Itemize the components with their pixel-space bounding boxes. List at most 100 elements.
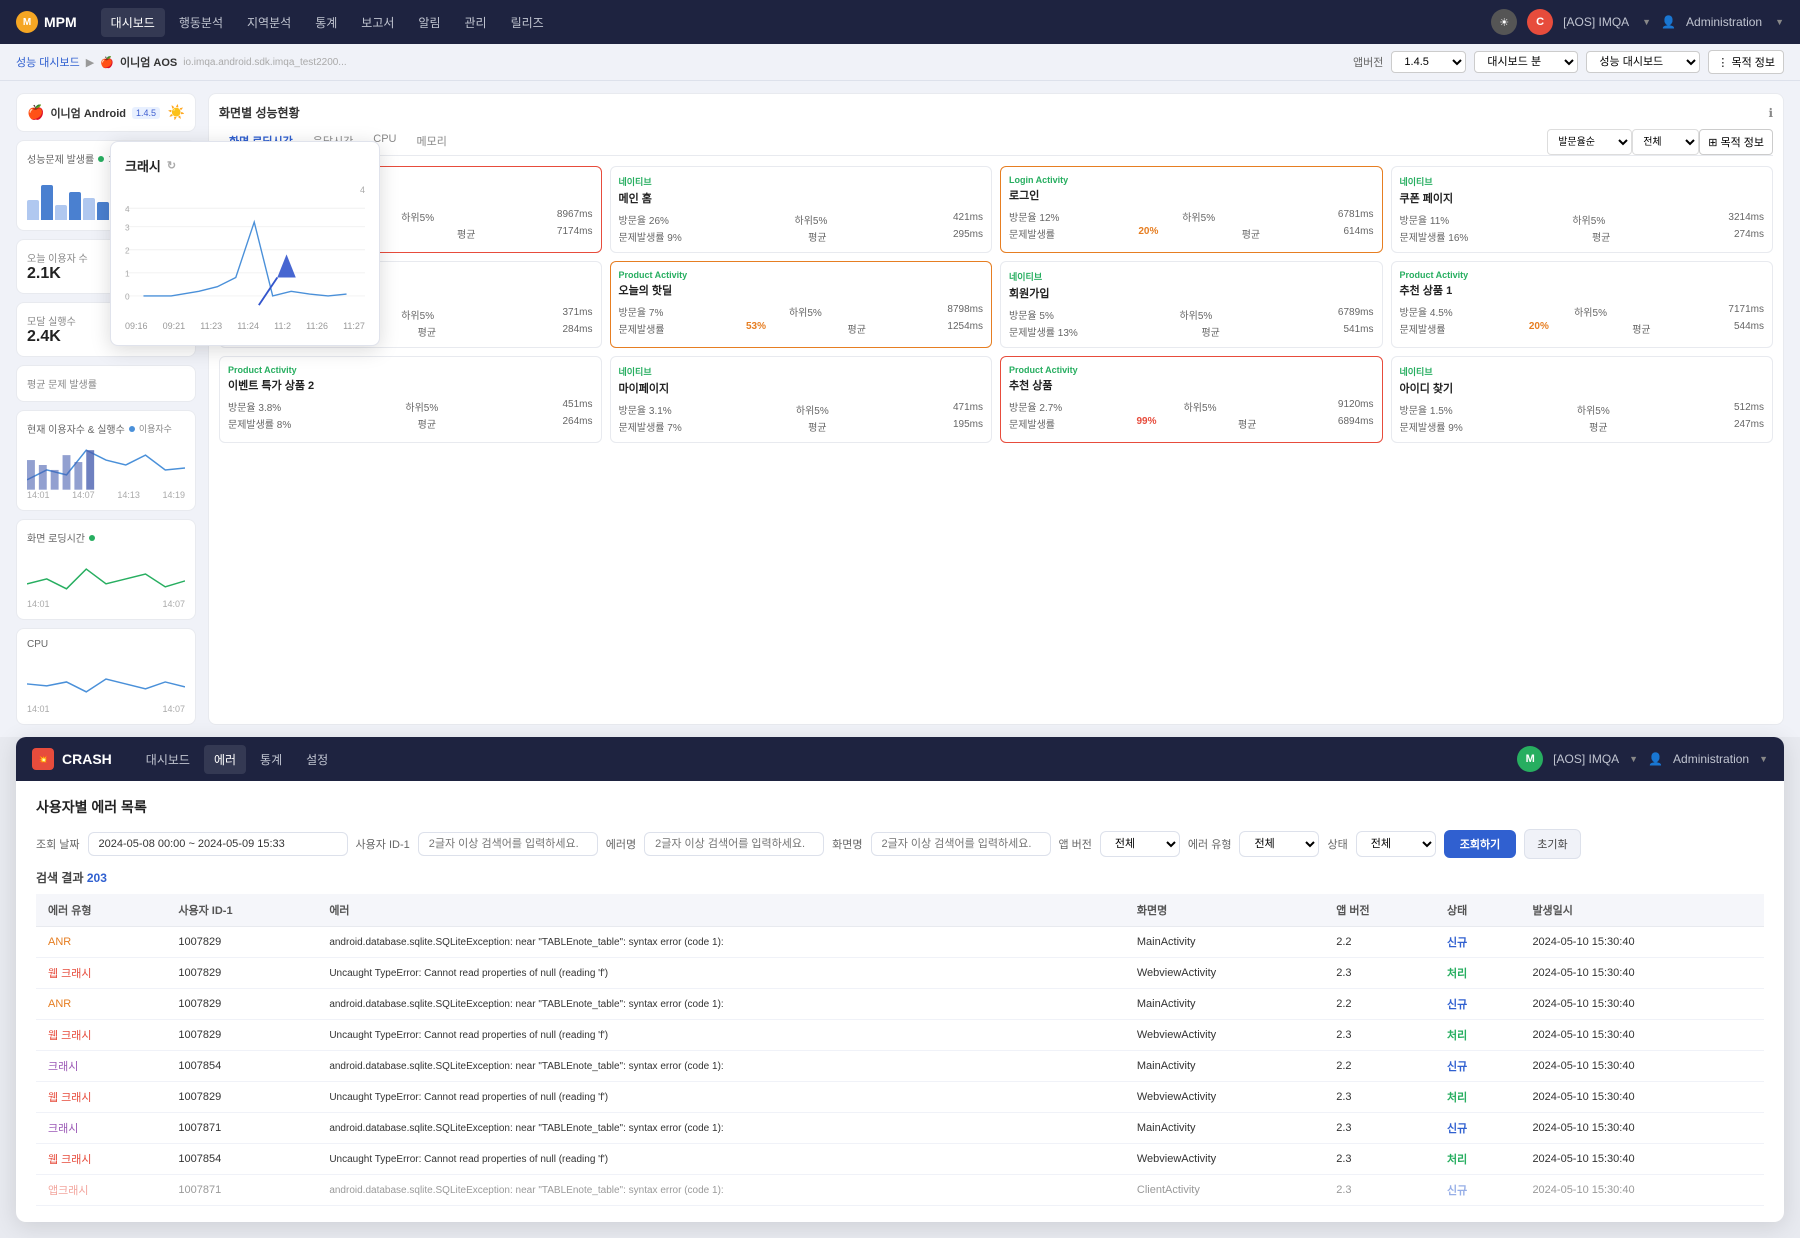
td-version: 2.2 — [1324, 989, 1435, 1020]
search-screen-input[interactable] — [871, 832, 1051, 856]
cpu-text: CPU — [27, 639, 48, 650]
table-view-button[interactable]: ⊞ 목적 정보 — [1699, 129, 1773, 155]
view-type-select[interactable]: 성능 대시보드 — [1586, 51, 1700, 73]
crash-admin-chevron[interactable]: ▼ — [1759, 754, 1768, 764]
td-screen: WebviewActivity — [1125, 1144, 1324, 1175]
filter-all-select[interactable]: 전체 — [1632, 129, 1699, 155]
mpm-nav-region[interactable]: 지역분석 — [237, 8, 301, 37]
table-row[interactable]: 크래시 1007871 android.database.sqlite.SQLi… — [36, 1113, 1764, 1144]
screen-card-8[interactable]: Product Activity 이벤트 특가 상품 2 방문율 3.8%하위5… — [219, 356, 602, 443]
mpm-user-avatar: C — [1527, 9, 1553, 35]
screen-card-9[interactable]: 네이티브 마이페이지 방문율 3.1%하위5%471ms 문제발생률 7%평균1… — [610, 356, 993, 443]
svg-text:2: 2 — [125, 245, 130, 255]
search-errortype-select[interactable]: 전체 — [1239, 831, 1319, 857]
crash-nav-items: 대시보드 에러 통계 설정 — [136, 745, 1517, 774]
dot-143 — [98, 156, 104, 162]
mpm-org-chevron[interactable]: ▼ — [1642, 17, 1651, 27]
screen-perf-tabs: 화면 로딩시간 응답시간 CPU 메모리 발문율순 전체 ⊞ 목적 정보 — [219, 129, 1773, 156]
td-version: 2.3 — [1324, 1144, 1435, 1175]
td-screen: WebviewActivity — [1125, 958, 1324, 989]
active-users-chart — [27, 440, 185, 490]
mpm-nav-release[interactable]: 릴리즈 — [501, 8, 554, 37]
td-datetime: 2024-05-10 15:30:40 — [1520, 1144, 1764, 1175]
version-select[interactable]: 1.4.5 — [1391, 51, 1466, 73]
app-info-card: 🍎 이니엄 Android 1.4.5 ☀️ — [16, 93, 196, 132]
crash-org-chevron[interactable]: ▼ — [1629, 754, 1638, 764]
mpm-nav-stats[interactable]: 통계 — [305, 8, 347, 37]
search-version-select[interactable]: 전체 — [1100, 831, 1180, 857]
dashboard-type-select[interactable]: 대시보드 분 — [1474, 51, 1578, 73]
reset-button[interactable]: 초기화 — [1524, 829, 1580, 859]
crash-nav-dashboard[interactable]: 대시보드 — [136, 745, 200, 774]
search-userid-label: 사용자 ID-1 — [356, 836, 410, 852]
search-userid-input[interactable] — [418, 832, 598, 856]
search-button[interactable]: 조회하기 — [1444, 830, 1516, 858]
mpm-admin-chevron[interactable]: ▼ — [1775, 17, 1784, 27]
mpm-nav-manage[interactable]: 관리 — [455, 8, 497, 37]
mpm-nav-alarm[interactable]: 알림 — [408, 8, 450, 37]
screen-name-1: 메인 홈 — [619, 190, 984, 206]
screen-card-10[interactable]: Product Activity 추천 상품 방문율 2.7%하위5%9120m… — [1000, 356, 1383, 443]
crash-xaxis: 09:1609:2111:2311:2411:211:2611:27 — [125, 321, 365, 331]
td-status: 신규 — [1435, 989, 1520, 1020]
crash-admin-label[interactable]: Administration — [1673, 752, 1749, 766]
table-row[interactable]: 웹 크래시 1007829 Uncaught TypeError: Cannot… — [36, 958, 1764, 989]
screen-card-7[interactable]: Product Activity 추천 상품 1 방문율 4.5%하위5%717… — [1391, 261, 1774, 348]
table-row[interactable]: 크래시 1007854 android.database.sqlite.SQLi… — [36, 1051, 1764, 1082]
mpm-nav-behavior[interactable]: 행동분석 — [169, 8, 233, 37]
td-status: 신규 — [1435, 927, 1520, 958]
screen-card-2[interactable]: Login Activity 로그인 방문율 12%하위5%6781ms 문제발… — [1000, 166, 1383, 253]
sort-select[interactable]: 발문율순 — [1547, 129, 1632, 155]
crash-nav-settings[interactable]: 설정 — [296, 745, 338, 774]
crash-panel: 💥 CRASH 대시보드 에러 통계 설정 M [AOS] IMQA ▼ 👤 A… — [16, 737, 1784, 1222]
crash-nav-error[interactable]: 에러 — [204, 745, 246, 774]
breadcrumb-right: 앱버전 1.4.5 대시보드 분 성능 대시보드 ⋮ 목적 정보 — [1353, 50, 1784, 74]
td-userid: 1007829 — [166, 989, 317, 1020]
td-version: 2.2 — [1324, 1051, 1435, 1082]
active-users-label: 현재 이용자수 & 실행수 이용자수 — [27, 421, 185, 436]
screen-card-1[interactable]: 네이티브 메인 홈 방문율 26%하위5%421ms 문제발생률 9%평균295… — [610, 166, 993, 253]
td-status: 처리 — [1435, 1144, 1520, 1175]
crash-popup-refresh[interactable]: ↻ — [167, 159, 176, 172]
table-row[interactable]: 앱크래시 1007871 android.database.sqlite.SQL… — [36, 1175, 1764, 1206]
search-date-input[interactable] — [88, 832, 348, 856]
search-error-input[interactable] — [644, 832, 824, 856]
mpm-admin-label[interactable]: Administration — [1686, 15, 1762, 29]
screen-stats-6: 방문율 5%하위5%6789ms 문제발생률 13%평균541ms — [1009, 307, 1374, 339]
info-icon: ℹ — [1768, 106, 1773, 120]
table-row[interactable]: 웹 크래시 1007829 Uncaught TypeError: Cannot… — [36, 1082, 1764, 1113]
td-status: 처리 — [1435, 1020, 1520, 1051]
td-screen: WebviewActivity — [1125, 1082, 1324, 1113]
screen-name-10: 추천 상품 — [1009, 377, 1374, 393]
crash-nav-stats[interactable]: 통계 — [250, 745, 292, 774]
td-screen: ClientActivity — [1125, 1175, 1324, 1206]
tab-memory[interactable]: 메모리 — [407, 129, 457, 155]
mpm-nav-report[interactable]: 보고서 — [351, 8, 404, 37]
mpm-nav-dashboard[interactable]: 대시보드 — [101, 8, 165, 37]
search-status-select[interactable]: 전체 — [1356, 831, 1436, 857]
mpm-avatar-icon: ☀ — [1491, 9, 1517, 35]
table-row[interactable]: ANR 1007829 android.database.sqlite.SQLi… — [36, 927, 1764, 958]
table-row[interactable]: ANR 1007829 android.database.sqlite.SQLi… — [36, 989, 1764, 1020]
load-time-xaxis: 14:0114:07 — [27, 599, 185, 609]
result-count: 검색 결과 203 — [36, 869, 1764, 886]
table-row[interactable]: 웹 크래시 1007829 Uncaught TypeError: Cannot… — [36, 1020, 1764, 1051]
screen-type-6: 네이티브 — [1009, 270, 1374, 283]
more-options-button[interactable]: ⋮ 목적 정보 — [1708, 50, 1784, 74]
screen-card-11[interactable]: 네이티브 아이디 찾기 방문율 1.5%하위5%512ms 문제발생률 9%평균… — [1391, 356, 1774, 443]
load-time-chart — [27, 549, 185, 599]
crash-org-label: [AOS] IMQA — [1553, 752, 1619, 766]
svg-text:0: 0 — [125, 292, 130, 302]
crash-user-icon: 👤 — [1648, 752, 1663, 766]
td-error: Uncaught TypeError: Cannot read properti… — [317, 1144, 1125, 1175]
crash-table: 에러 유형 사용자 ID-1 에러 화면명 앱 버전 상태 발생일시 ANR 1… — [36, 894, 1764, 1206]
screen-card-5[interactable]: Product Activity 오늘의 핫딜 방문율 7%하위5%8798ms… — [610, 261, 993, 348]
screen-card-6[interactable]: 네이티브 회원가입 방문율 5%하위5%6789ms 문제발생률 13%평균54… — [1000, 261, 1383, 348]
table-row[interactable]: 웹 크래시 1007854 Uncaught TypeError: Cannot… — [36, 1144, 1764, 1175]
td-type: 크래시 — [36, 1051, 166, 1082]
td-screen: MainActivity — [1125, 1113, 1324, 1144]
td-type: 웹 크래시 — [36, 1020, 166, 1051]
breadcrumb-separator: ▶ — [86, 56, 94, 69]
screen-card-3[interactable]: 네이티브 쿠폰 페이지 방문율 11%하위5%3214ms 문제발생률 16%평… — [1391, 166, 1774, 253]
screen-stats-10: 방문율 2.7%하위5%9120ms 문제발생률99%평균6894ms — [1009, 399, 1374, 431]
